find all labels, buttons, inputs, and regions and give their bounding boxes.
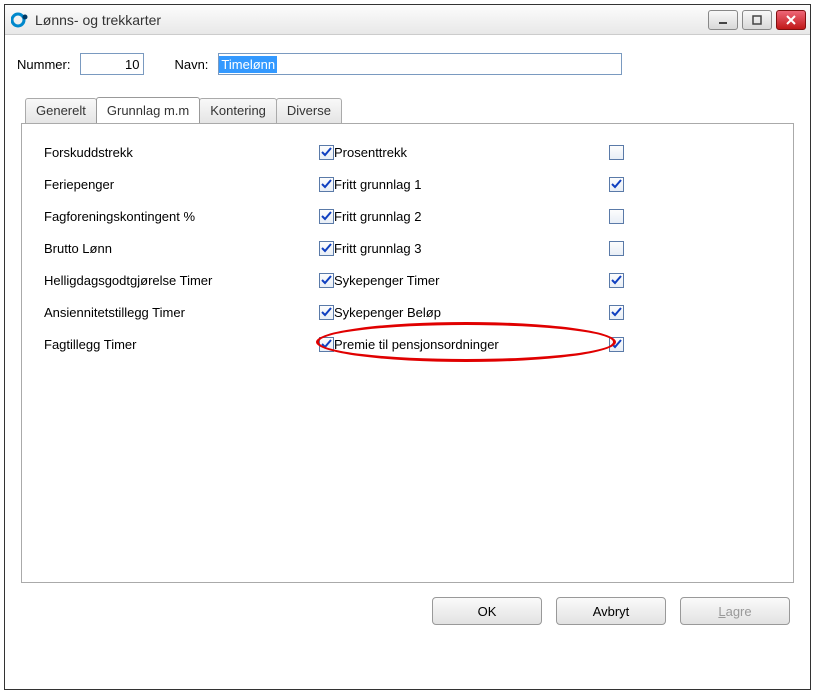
checkbox-label: Forskuddstrekk bbox=[44, 145, 133, 160]
checkbox-row: Fritt grunnlag 2 bbox=[334, 206, 624, 226]
checkbox[interactable] bbox=[609, 145, 624, 160]
checkbox-label: Fagforeningskontingent % bbox=[44, 209, 195, 224]
checkbox-row: Fritt grunnlag 3 bbox=[334, 238, 624, 258]
checkbox-label: Prosenttrekk bbox=[334, 145, 407, 160]
checkbox[interactable] bbox=[319, 305, 334, 320]
tab-kontering[interactable]: Kontering bbox=[199, 98, 277, 124]
client-area: Nummer: Navn: Timelønn Generelt Grunnlag… bbox=[5, 35, 810, 635]
lagre-button[interactable]: Lagre bbox=[680, 597, 790, 625]
checkbox[interactable] bbox=[319, 337, 334, 352]
window-title: Lønns- og trekkarter bbox=[35, 12, 708, 28]
ok-button[interactable]: OK bbox=[432, 597, 542, 625]
checkbox-label: Fagtillegg Timer bbox=[44, 337, 136, 352]
checkbox-row: Prosenttrekk bbox=[334, 142, 624, 162]
tab-generelt[interactable]: Generelt bbox=[25, 98, 97, 124]
checkbox[interactable] bbox=[609, 337, 624, 352]
checkbox[interactable] bbox=[319, 177, 334, 192]
checkbox[interactable] bbox=[609, 305, 624, 320]
checkbox-row: Feriepenger bbox=[44, 174, 334, 194]
navn-label: Navn: bbox=[174, 57, 208, 72]
left-column: Forskuddstrekk Feriepenger Fagforeningskon… bbox=[44, 142, 334, 354]
checkbox-row: Sykepenger Timer bbox=[334, 270, 624, 290]
tab-grunnlag[interactable]: Grunnlag m.m bbox=[96, 97, 200, 123]
checkbox-row: Fagforeningskontingent % bbox=[44, 206, 334, 226]
checkbox-row: Premie til pensjonsordninger bbox=[334, 334, 624, 354]
checkbox-label: Helligdagsgodtgjørelse Timer bbox=[44, 273, 212, 288]
nummer-input[interactable] bbox=[80, 53, 144, 75]
checkbox-label: Premie til pensjonsordninger bbox=[334, 337, 499, 352]
checkbox-label: Fritt grunnlag 3 bbox=[334, 241, 421, 256]
checkbox-row: Sykepenger Beløp bbox=[334, 302, 624, 322]
window-buttons bbox=[708, 10, 806, 30]
checkbox[interactable] bbox=[609, 177, 624, 192]
avbryt-button[interactable]: Avbryt bbox=[556, 597, 666, 625]
tab-diverse[interactable]: Diverse bbox=[276, 98, 342, 124]
navn-input[interactable]: Timelønn bbox=[218, 53, 622, 75]
checkbox-row: Helligdagsgodtgjørelse Timer bbox=[44, 270, 334, 290]
checkbox[interactable] bbox=[609, 273, 624, 288]
checkbox-label: Sykepenger Beløp bbox=[334, 305, 441, 320]
checkbox-label: Sykepenger Timer bbox=[334, 273, 440, 288]
checkbox-label: Fritt grunnlag 2 bbox=[334, 209, 421, 224]
tabs: Generelt Grunnlag m.m Kontering Diverse … bbox=[21, 97, 794, 583]
checkbox[interactable] bbox=[609, 241, 624, 256]
app-icon bbox=[11, 11, 29, 29]
checkbox-row: Brutto Lønn bbox=[44, 238, 334, 258]
navn-selected-text: Timelønn bbox=[219, 56, 277, 73]
maximize-button[interactable] bbox=[742, 10, 772, 30]
titlebar: Lønns- og trekkarter bbox=[5, 5, 810, 35]
checkbox-label: Brutto Lønn bbox=[44, 241, 112, 256]
header-row: Nummer: Navn: Timelønn bbox=[17, 53, 794, 75]
checkbox-row: Ansiennitetstillegg Timer bbox=[44, 302, 334, 322]
checkbox[interactable] bbox=[609, 209, 624, 224]
dialog-buttons: OK Avbryt Lagre bbox=[21, 597, 794, 625]
checkbox[interactable] bbox=[319, 209, 334, 224]
right-column: Prosenttrekk Fritt grunnlag 1 Fritt grunnl… bbox=[334, 142, 624, 354]
checkbox[interactable] bbox=[319, 273, 334, 288]
dialog-window: Lønns- og trekkarter Nummer: Navn: Timel… bbox=[4, 4, 811, 690]
checkbox-row: Forskuddstrekk bbox=[44, 142, 334, 162]
minimize-button[interactable] bbox=[708, 10, 738, 30]
checkbox[interactable] bbox=[319, 241, 334, 256]
close-button[interactable] bbox=[776, 10, 806, 30]
checkbox-label: Feriepenger bbox=[44, 177, 114, 192]
nummer-label: Nummer: bbox=[17, 57, 70, 72]
checkbox-row: Fagtillegg Timer bbox=[44, 334, 334, 354]
checkbox-label: Fritt grunnlag 1 bbox=[334, 177, 421, 192]
checkbox-row: Fritt grunnlag 1 bbox=[334, 174, 624, 194]
checkbox[interactable] bbox=[319, 145, 334, 160]
tab-panel: Forskuddstrekk Feriepenger Fagforeningskon… bbox=[21, 123, 794, 583]
checkbox-label: Ansiennitetstillegg Timer bbox=[44, 305, 185, 320]
